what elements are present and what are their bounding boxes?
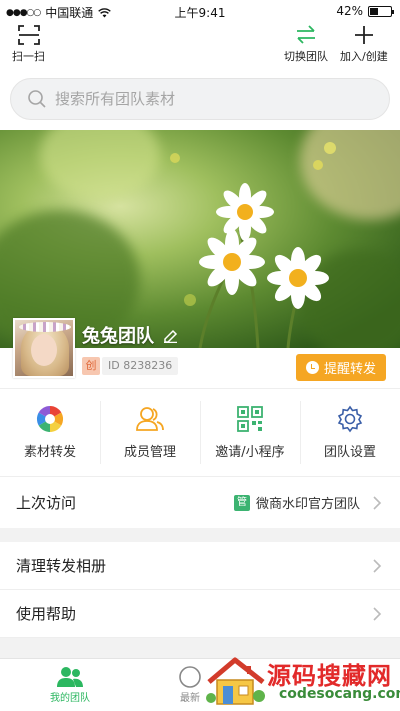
- battery-percent: 42%: [336, 4, 363, 18]
- team-avatar[interactable]: [13, 318, 75, 378]
- help-item[interactable]: 使用帮助: [0, 590, 400, 638]
- join-create-label: 加入/创建: [340, 50, 388, 63]
- material-forward-label: 素材转发: [23, 445, 76, 460]
- last-visit-row[interactable]: 上次访问 管 微商水印官方团队: [0, 476, 400, 528]
- settings-menu: 清理转发相册 使用帮助: [0, 542, 400, 638]
- scan-icon: [17, 25, 40, 45]
- help-label: 使用帮助: [16, 605, 77, 623]
- qrcode-icon: [237, 406, 263, 432]
- creator-badge: 创: [82, 357, 100, 375]
- switch-team-label: 切换团队: [284, 50, 328, 63]
- search-input[interactable]: [55, 90, 355, 108]
- material-forward-button[interactable]: 素材转发: [0, 389, 100, 476]
- search-bar[interactable]: [10, 78, 390, 120]
- join-create-button[interactable]: 加入/创建: [340, 24, 388, 64]
- team-name-row[interactable]: 兔兔团队: [82, 322, 178, 348]
- edit-pencil-icon[interactable]: [162, 327, 178, 343]
- plus-icon: [354, 26, 373, 44]
- site-watermark: 源码搜藏网 codesocang.com: [205, 652, 400, 711]
- watermark-url: codesocang.com: [279, 686, 400, 702]
- scan-label: 扫一扫: [12, 50, 45, 63]
- member-manage-button[interactable]: 成员管理: [100, 389, 200, 476]
- top-bar: 扫一扫 切换团队 加入/创建: [0, 22, 400, 68]
- last-visit-label: 上次访问: [16, 494, 77, 512]
- last-visit-team: 管 微商水印官方团队: [233, 493, 384, 512]
- status-bar: ●●●○○ 中国联通 上午9:41 42%: [0, 0, 400, 22]
- clear-album-label: 清理转发相册: [16, 557, 107, 575]
- latest-icon: [179, 666, 201, 688]
- team-id: ID 8238236: [102, 357, 179, 375]
- tab-latest-label: 最新: [180, 693, 200, 704]
- team-name: 兔兔团队: [82, 326, 154, 347]
- member-manage-label: 成员管理: [123, 445, 176, 460]
- action-grid: 素材转发 成员管理 邀请/小程序 团队设置: [0, 388, 400, 476]
- switch-arrows-icon: [297, 25, 315, 44]
- clock-icon: [305, 361, 319, 374]
- chevron-right-icon: [373, 558, 382, 573]
- avatar-wreath: [19, 322, 71, 332]
- tab-my-team[interactable]: 我的团队: [50, 665, 90, 704]
- team-settings-label: 团队设置: [323, 445, 376, 460]
- clear-album-item[interactable]: 清理转发相册: [0, 542, 400, 590]
- search-icon: [28, 90, 46, 108]
- status-right: 42%: [336, 4, 394, 18]
- tab-my-team-label: 我的团队: [50, 693, 90, 704]
- team-settings-button[interactable]: 团队设置: [300, 389, 400, 476]
- tab-latest[interactable]: 最新: [178, 665, 202, 704]
- battery-fill: [370, 7, 378, 15]
- search-section: [0, 68, 400, 130]
- chevron-right-icon: [373, 606, 382, 621]
- last-visit-team-name: 微商水印官方团队: [255, 497, 360, 512]
- gear-icon: [337, 405, 363, 433]
- team-cover-image: [0, 130, 400, 348]
- scan-button[interactable]: 扫一扫: [12, 24, 45, 64]
- admin-badge: 管: [233, 494, 250, 511]
- aperture-icon: [36, 405, 64, 433]
- house-logo-icon: [206, 657, 265, 705]
- battery-icon: [368, 5, 394, 17]
- avatar-face: [31, 334, 57, 366]
- daisy-flowers: [170, 142, 336, 348]
- team-icon: [57, 667, 83, 687]
- members-icon: [136, 407, 164, 431]
- switch-team-button[interactable]: 切换团队: [284, 24, 328, 64]
- remind-forward-button[interactable]: 提醒转发: [296, 354, 386, 381]
- invite-miniprogram-label: 邀请/小程序: [215, 445, 285, 460]
- invite-miniprogram-button[interactable]: 邀请/小程序: [200, 389, 300, 476]
- chevron-right-icon: [373, 495, 382, 510]
- remind-forward-label: 提醒转发: [323, 362, 376, 377]
